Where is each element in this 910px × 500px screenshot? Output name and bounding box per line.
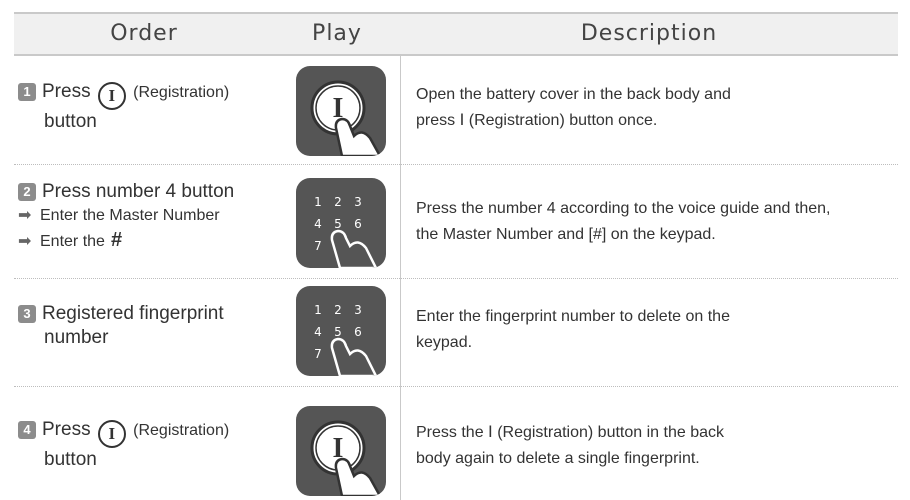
step-number-badge: 4 [18,421,36,439]
order-line: ➡ Enter the Master Number [18,204,234,228]
description-cell: Press the Ⅰ (Registration) button in the… [416,420,896,472]
order-line: 3 Registered fingerprint [18,302,224,326]
keypad-press-illustration: 1 2 3 4 5 6 7 8 [296,286,386,376]
keypad-digit: 6 [354,217,362,231]
registration-button-icon: I [97,82,126,110]
description-cell: Press the number 4 according to the voic… [416,196,896,248]
order-line: 1 Press I (Registration) [18,80,229,110]
keypad-digit: 2 [334,303,342,317]
keypad-digit: 2 [334,195,342,209]
column-header-order: Order [110,21,178,46]
registration-press-illustration: I [296,66,386,156]
order-text: Press [42,419,91,440]
description-cell: Enter the fingerprint number to delete o… [416,304,896,356]
keypad-digit: 5 [334,325,342,339]
table-row: 3 Registered fingerprint number 1 2 3 4 5… [14,278,898,386]
order-text: Enter the [40,233,105,250]
keypad-digit: 1 [314,195,322,209]
order-line: 4 Press I (Registration) [18,418,229,448]
order-line: 2 Press number 4 button [18,180,234,204]
keypad-digit: 7 [314,347,322,361]
step-number-badge: 2 [18,183,36,201]
table-header: Order Play Description [14,14,898,56]
keypad-digit: 7 [314,239,322,253]
hash-icon: # [110,229,123,251]
registration-button-icon: I [97,420,126,448]
step-number-badge: 1 [18,83,36,101]
order-text: Enter the Master Number [40,207,220,224]
order-text: (Registration) [133,84,230,101]
arrow-right-icon: ➡ [18,233,32,250]
order-cell: 4 Press I (Registration) button [18,418,229,472]
keypad-digit: 5 [334,217,342,231]
description-line: Press the number 4 according to the voic… [416,200,831,217]
finger-icon [330,229,378,268]
column-header-description: Description [580,21,718,46]
order-line: ➡ Enter the # [18,228,234,254]
order-cell: 1 Press I (Registration) button [18,80,229,134]
description-line: press Ⅰ (Registration) button once. [416,112,658,129]
description-line: Open the battery cover in the back body … [416,86,731,103]
keypad-digit: 3 [354,303,362,317]
finger-icon [330,337,378,376]
order-line: button [44,449,97,470]
table-row: 1 Press I (Registration) button I Open th… [14,56,898,164]
keypad-digit: 4 [314,325,322,339]
keypad-digit: 4 [314,217,322,231]
description-line: Press the Ⅰ (Registration) button in the… [416,424,724,441]
description-cell: Open the battery cover in the back body … [416,82,896,134]
description-line: Enter the fingerprint number to delete o… [416,308,730,325]
step-number-badge: 3 [18,305,36,323]
order-cell: 3 Registered fingerprint number [18,302,224,350]
order-line: button [44,111,97,132]
order-text: Press number 4 button [42,181,235,202]
keypad-digit: 1 [314,303,322,317]
keypad-press-illustration: 1 2 3 4 5 6 7 8 [296,178,386,268]
order-text: (Registration) [133,422,230,439]
keypad-digit: 6 [354,325,362,339]
table-row: 2 Press number 4 button ➡ Enter the Master… [14,164,898,278]
arrow-right-icon: ➡ [18,207,32,224]
order-text: Registered fingerprint [42,303,224,324]
order-cell: 2 Press number 4 button ➡ Enter the Master… [18,180,234,254]
column-header-play: Play [312,21,362,46]
description-line: the Master Number and [#] on the keypad. [416,226,716,243]
description-line: keypad. [416,334,473,351]
description-line: body again to delete a single fingerprin… [416,450,700,467]
keypad-digit: 3 [354,195,362,209]
registration-press-illustration: I [296,406,386,496]
order-text: Press [42,81,91,102]
order-line: number [44,327,109,348]
table-row: 4 Press I (Registration) button I Press t… [14,386,898,500]
